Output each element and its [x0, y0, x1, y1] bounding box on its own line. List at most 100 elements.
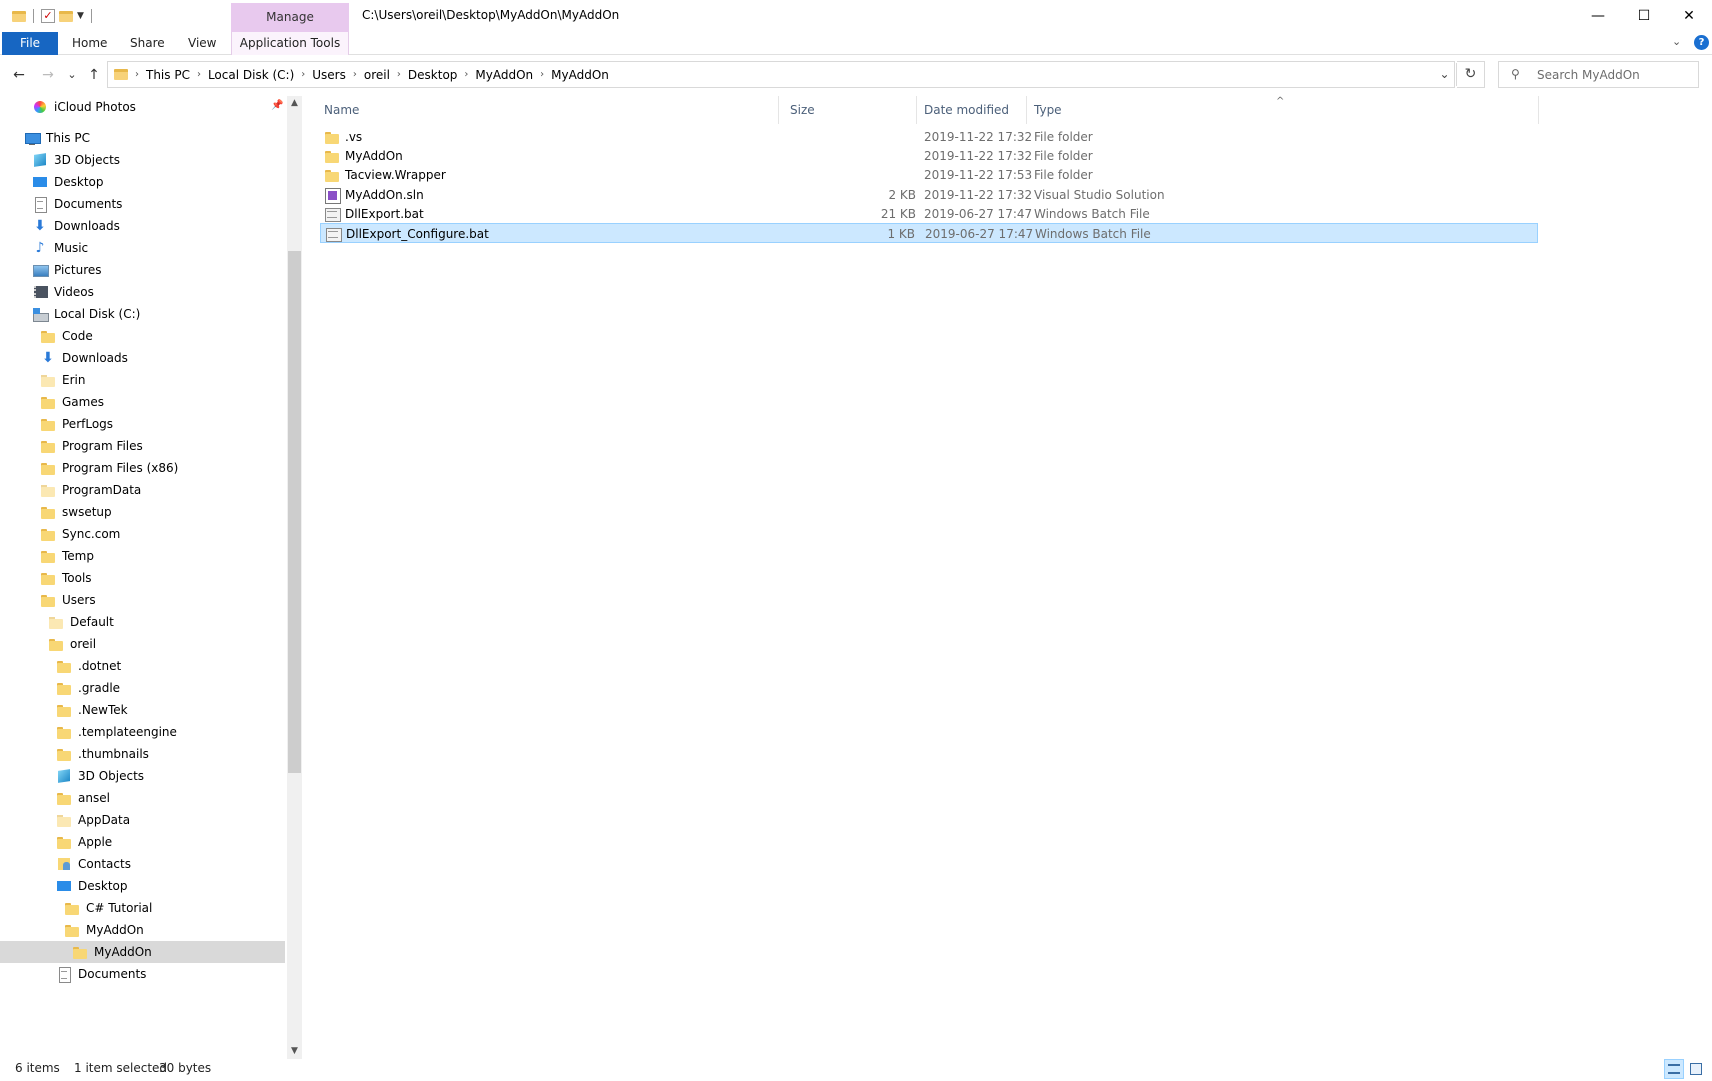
breadcrumb-users[interactable]: Users [308, 68, 350, 82]
sidebar-item[interactable]: swsetup [40, 501, 112, 523]
sidebar-item[interactable]: Videos [32, 281, 94, 303]
sidebar-item[interactable]: .templateengine [56, 721, 177, 743]
sidebar-item[interactable]: Program Files [40, 435, 143, 457]
sidebar-item[interactable]: Desktop [56, 875, 128, 897]
sidebar-item[interactable]: 3D Objects [32, 149, 120, 171]
details-view-button[interactable] [1664, 1059, 1684, 1079]
breadcrumb-chevron[interactable]: › [394, 69, 404, 80]
sidebar-item[interactable]: Pictures [32, 259, 102, 281]
expand-ribbon-icon[interactable]: ⌄ [1672, 35, 1681, 48]
back-button[interactable]: ← [9, 65, 29, 85]
column-header-date-modified[interactable]: Date modified [918, 96, 1026, 124]
sidebar-item[interactable]: Apple [56, 831, 112, 853]
large-icons-view-button[interactable] [1686, 1059, 1706, 1079]
sidebar-item[interactable]: ♪ Music [32, 237, 89, 259]
sidebar-item[interactable]: Contacts [56, 853, 131, 875]
search-input[interactable] [1537, 66, 1692, 84]
navigation-pane-scrollbar[interactable]: ▲ ▼ [287, 96, 302, 1059]
sidebar-item[interactable]: .dotnet [56, 655, 121, 677]
table-row[interactable]: .vs 2019-11-22 17:32 File folder [320, 127, 1538, 147]
breadcrumb-oreil[interactable]: oreil [360, 68, 394, 82]
tab-file[interactable]: File [2, 32, 58, 55]
sidebar-item[interactable]: 3D Objects [56, 765, 144, 787]
recent-locations-button[interactable]: ⌄ [62, 65, 82, 85]
column-divider[interactable] [1026, 96, 1027, 124]
sidebar-item[interactable]: .gradle [56, 677, 120, 699]
file-list[interactable]: Name Size Date modified Type ^ .vs 2019-1… [318, 96, 1712, 1052]
forward-button[interactable]: → [38, 65, 58, 85]
sidebar-item[interactable]: ⬇ Downloads [32, 215, 120, 237]
breadcrumb-chevron[interactable]: › [461, 69, 471, 80]
customize-toolbar-icon[interactable]: ▼ [77, 11, 84, 21]
sidebar-item[interactable]: PerfLogs [40, 413, 113, 435]
tab-view[interactable]: View [176, 32, 228, 55]
sidebar-item[interactable]: Default [48, 611, 114, 633]
table-row[interactable]: Tacview.Wrapper 2019-11-22 17:53 File fold… [320, 165, 1538, 185]
breadcrumb-chevron[interactable]: › [350, 69, 360, 80]
search-box[interactable]: ⚲ [1498, 61, 1699, 88]
minimize-button[interactable]: — [1575, 0, 1621, 32]
sidebar-item[interactable]: iCloud Photos [32, 96, 136, 118]
table-row[interactable]: MyAddOn.sln 2 KB 2019-11-22 17:32 Visual St… [320, 185, 1538, 205]
address-dropdown-button[interactable]: ⌄ [1433, 63, 1457, 86]
pin-icon[interactable]: 📌 [271, 100, 283, 111]
close-button[interactable]: ✕ [1666, 0, 1712, 32]
breadcrumb-myaddon-current[interactable]: MyAddOn [547, 68, 613, 82]
maximize-button[interactable]: ☐ [1621, 0, 1667, 32]
sidebar-item[interactable]: Documents [56, 963, 146, 985]
table-row[interactable]: MyAddOn 2019-11-22 17:32 File folder [320, 146, 1538, 166]
breadcrumb-chevron[interactable]: › [194, 69, 204, 80]
tab-application-tools[interactable]: Application Tools [231, 32, 349, 55]
sidebar-item[interactable]: Program Files (x86) [40, 457, 178, 479]
sidebar-item[interactable]: Documents [32, 193, 122, 215]
sidebar-item[interactable]: C# Tutorial [64, 897, 152, 919]
properties-icon[interactable]: ✓ [41, 9, 55, 23]
sidebar-item[interactable]: oreil [48, 633, 96, 655]
sidebar-item[interactable]: AppData [56, 809, 130, 831]
sidebar-item[interactable]: Temp [40, 545, 94, 567]
sidebar-item[interactable]: Tools [40, 567, 92, 589]
sidebar-item[interactable]: MyAddOn [64, 919, 144, 941]
sidebar-item[interactable]: MyAddOn [0, 941, 285, 963]
refresh-button[interactable]: ↻ [1457, 61, 1485, 88]
column-divider[interactable] [916, 96, 917, 124]
breadcrumb-desktop[interactable]: Desktop [404, 68, 462, 82]
sidebar-item[interactable]: Games [40, 391, 104, 413]
table-row[interactable]: DllExport_Configure.bat 1 KB 2019-06-27 17… [320, 223, 1538, 243]
sidebar-item[interactable]: This PC [24, 127, 90, 149]
sidebar-item[interactable]: .NewTek [56, 699, 128, 721]
new-folder-icon[interactable] [59, 10, 73, 22]
column-header-name[interactable]: Name [318, 96, 778, 124]
sidebar-item[interactable]: ProgramData [40, 479, 141, 501]
tab-share[interactable]: Share [118, 32, 177, 55]
sidebar-item[interactable]: .thumbnails [56, 743, 149, 765]
breadcrumb-myaddon[interactable]: MyAddOn [471, 68, 537, 82]
sidebar-item[interactable]: Local Disk (C:) [32, 303, 140, 325]
sidebar-item[interactable]: ansel [56, 787, 110, 809]
table-row[interactable]: DllExport.bat 21 KB 2019-06-27 17:47 Window… [320, 204, 1538, 224]
column-divider[interactable] [778, 96, 779, 124]
scroll-up-arrow-icon[interactable]: ▲ [287, 98, 302, 108]
manage-tab[interactable]: Manage [231, 3, 349, 32]
sidebar-item[interactable]: Code [40, 325, 93, 347]
sidebar-item[interactable]: Users [40, 589, 96, 611]
sidebar-item[interactable]: Desktop [32, 171, 104, 193]
sidebar-item[interactable]: Sync.com [40, 523, 120, 545]
breadcrumb-chevron[interactable]: › [132, 69, 142, 80]
address-bar[interactable]: › This PC › Local Disk (C:) › Users › or… [107, 61, 1457, 88]
sidebar-item[interactable]: Erin [40, 369, 85, 391]
up-button[interactable]: ↑ [84, 65, 104, 85]
scrollbar-thumb[interactable] [288, 251, 301, 773]
breadcrumb-this-pc[interactable]: This PC [142, 68, 194, 82]
help-icon[interactable]: ? [1694, 35, 1709, 50]
breadcrumb-chevron[interactable]: › [298, 69, 308, 80]
column-divider[interactable] [1538, 96, 1539, 124]
sidebar-item[interactable]: ⬇ Downloads [40, 347, 128, 369]
breadcrumb-chevron[interactable]: › [537, 69, 547, 80]
breadcrumb-local-disk[interactable]: Local Disk (C:) [204, 68, 298, 82]
column-header-size[interactable]: Size [784, 96, 916, 124]
scroll-down-arrow-icon[interactable]: ▼ [287, 1046, 302, 1056]
navigation-pane[interactable]: iCloud Photos This PC 3D Objects Desktop Doc… [0, 96, 285, 1052]
tab-home[interactable]: Home [60, 32, 119, 55]
sidebar-item-label: swsetup [62, 505, 112, 519]
